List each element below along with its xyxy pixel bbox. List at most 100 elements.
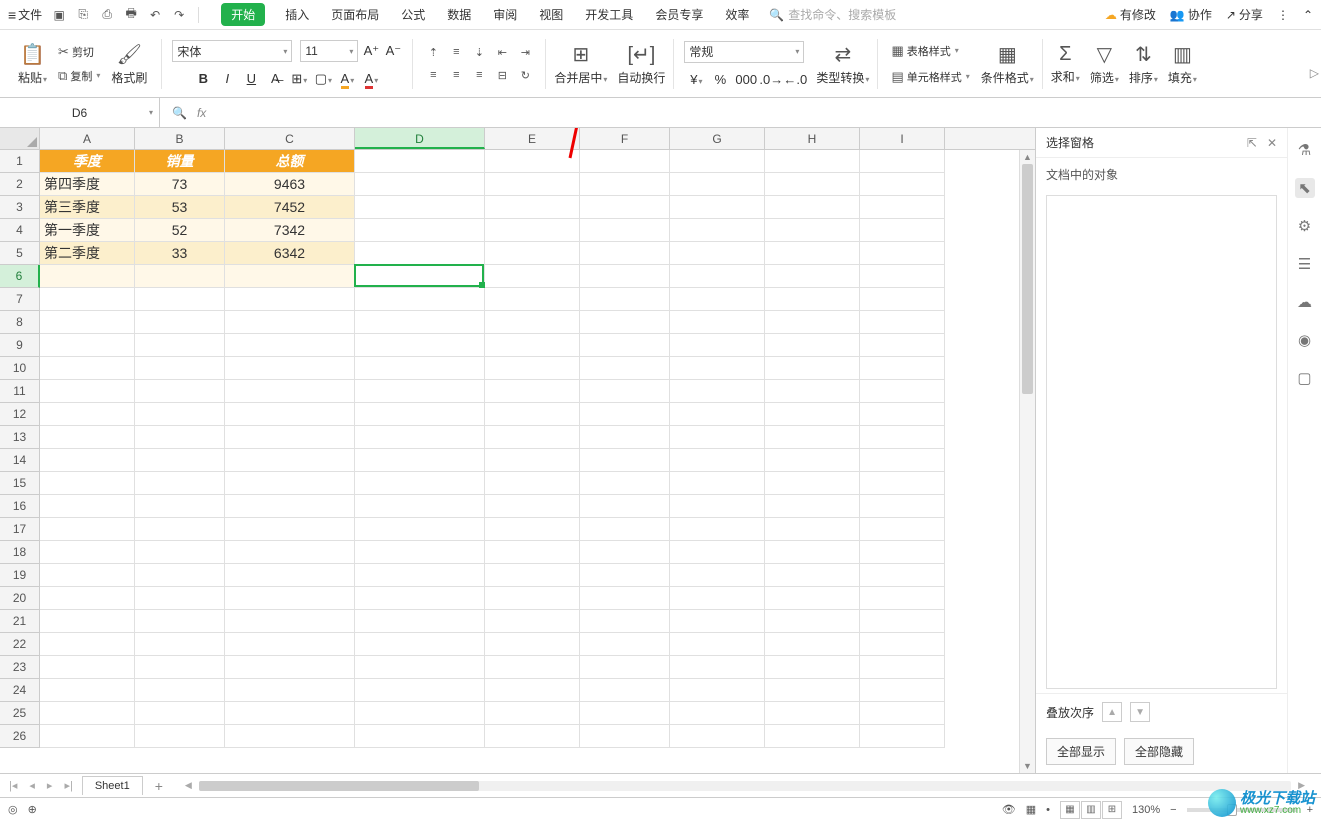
tab-公式[interactable]: 公式 [399,2,427,27]
row-header[interactable]: 8 [0,311,40,334]
cell[interactable] [670,265,765,288]
cell[interactable] [670,288,765,311]
cell[interactable] [765,679,860,702]
row-header[interactable]: 26 [0,725,40,748]
cell[interactable] [860,334,945,357]
wrap-button[interactable]: [↵] 自动换行 [613,40,669,88]
cell[interactable] [485,311,580,334]
table-style-button[interactable]: ▦表格样式▾ [888,41,961,61]
cell[interactable] [580,495,670,518]
status-mode-icon[interactable]: ⊕ [28,803,37,816]
cell[interactable] [580,403,670,426]
increase-font-icon[interactable]: A⁺ [362,43,380,59]
cell[interactable] [40,725,135,748]
cancel-formula-icon[interactable]: 🔍 [172,106,187,120]
cell[interactable] [355,150,485,173]
row-header[interactable]: 18 [0,541,40,564]
row-header[interactable]: 11 [0,380,40,403]
show-all-button[interactable]: 全部显示 [1046,738,1116,765]
cell[interactable]: 53 [135,196,225,219]
cell[interactable] [580,357,670,380]
object-list[interactable] [1046,195,1277,689]
cell[interactable] [135,495,225,518]
sum-button[interactable]: Σ求和▾ [1047,41,1084,87]
cell[interactable] [765,426,860,449]
sheet-prev-icon[interactable]: ◂ [26,779,38,792]
cell[interactable] [355,679,485,702]
cell[interactable] [860,265,945,288]
eye-icon[interactable]: 👁 [1002,803,1016,816]
scroll-left-icon[interactable]: ◀ [185,780,192,791]
cell[interactable] [225,656,355,679]
cell[interactable] [225,311,355,334]
cell[interactable]: 第四季度 [40,173,135,196]
row-header[interactable]: 13 [0,426,40,449]
align-top-icon[interactable]: ⇡ [423,42,443,62]
cell[interactable] [485,679,580,702]
cell[interactable] [860,380,945,403]
cell[interactable] [765,656,860,679]
cell-style-button[interactable]: ▤单元格样式▾ [888,67,972,87]
cell[interactable] [670,472,765,495]
cell[interactable] [40,426,135,449]
cell[interactable] [135,449,225,472]
cell[interactable] [485,219,580,242]
decrease-decimal-icon[interactable]: ←.0 [783,72,801,87]
strip-select-icon[interactable]: ⬉ [1295,178,1315,198]
more-icon[interactable]: ⋮ [1277,8,1289,22]
cell[interactable] [765,380,860,403]
row-header[interactable]: 14 [0,449,40,472]
type-convert-button[interactable]: ⇄ 类型转换▾ [812,40,873,88]
cell[interactable] [765,403,860,426]
sheet-tab[interactable]: Sheet1 [82,776,143,795]
cell[interactable] [670,679,765,702]
pin-icon[interactable]: ⇱ [1247,136,1257,150]
cell[interactable] [355,564,485,587]
cell[interactable] [580,380,670,403]
cell[interactable] [580,426,670,449]
strip-backup-icon[interactable]: ☁ [1295,292,1315,312]
row-header[interactable]: 20 [0,587,40,610]
cut-button[interactable]: ✂剪切 [55,42,103,62]
tab-效率[interactable]: 效率 [723,2,751,27]
save-icon[interactable]: ▣ [50,6,68,24]
cell[interactable] [485,656,580,679]
cell[interactable] [765,265,860,288]
cell[interactable] [860,472,945,495]
cell[interactable] [765,288,860,311]
name-box[interactable]: D6 ▾ [0,98,160,127]
cell[interactable]: 73 [135,173,225,196]
close-icon[interactable]: ✕ [1267,136,1277,150]
row-header[interactable]: 7 [0,288,40,311]
tab-视图[interactable]: 视图 [537,2,565,27]
tab-开发工具[interactable]: 开发工具 [583,2,635,27]
increase-decimal-icon[interactable]: .0→ [759,72,777,87]
tab-会员专享[interactable]: 会员专享 [653,2,705,27]
col-header-B[interactable]: B [135,128,225,149]
cell[interactable] [225,564,355,587]
row-header[interactable]: 22 [0,633,40,656]
cell[interactable] [485,610,580,633]
cell[interactable] [355,242,485,265]
cell[interactable] [765,196,860,219]
cell[interactable] [135,403,225,426]
horizontal-scrollbar[interactable]: ◀ ▶ [185,779,1305,793]
border-icon[interactable]: ⊞▾ [290,71,308,87]
row-header[interactable]: 19 [0,564,40,587]
cell[interactable] [670,541,765,564]
view-normal-icon[interactable]: ▦ [1060,801,1080,819]
cell[interactable] [485,196,580,219]
strikethrough-icon[interactable]: A̶ [266,71,284,87]
cell[interactable] [40,633,135,656]
scroll-down-icon[interactable]: ▼ [1020,759,1035,773]
cell[interactable] [225,725,355,748]
cell[interactable] [485,587,580,610]
cell[interactable]: 销量 [135,150,225,173]
font-color-icon[interactable]: A▾ [362,71,380,87]
cell[interactable] [485,426,580,449]
cell[interactable] [670,564,765,587]
cell[interactable] [225,472,355,495]
col-header-H[interactable]: H [765,128,860,149]
sort-button[interactable]: ⇅排序▾ [1125,40,1162,88]
cell[interactable]: 季度 [40,150,135,173]
